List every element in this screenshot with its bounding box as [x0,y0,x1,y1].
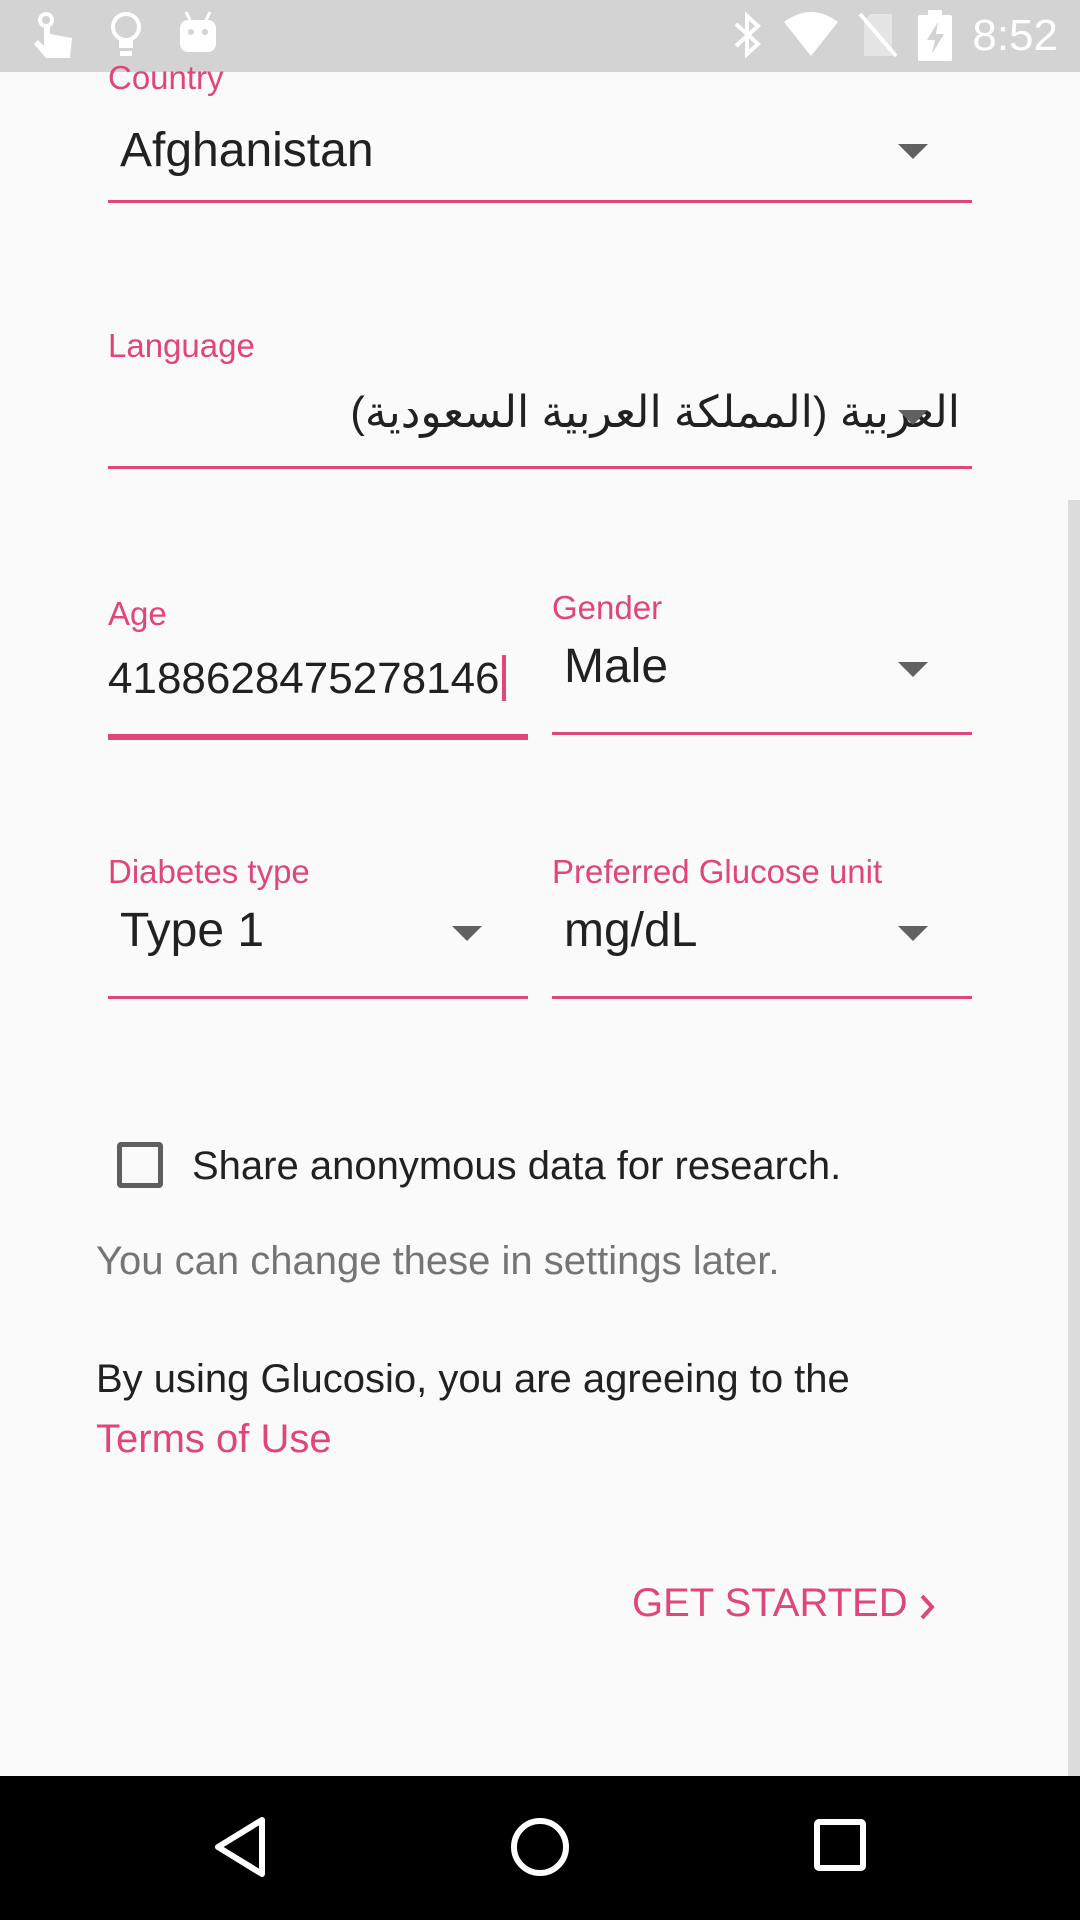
glucose-unit-label: Preferred Glucose unit [552,853,883,890]
gender-underline [552,732,972,735]
country-field[interactable]: Country Afghanistan [108,59,972,206]
settings-note: You can change these in settings later. [96,1239,780,1283]
share-data-checkbox[interactable] [117,1142,163,1188]
get-started-label: GET STARTED [632,1581,908,1625]
glucose-unit-underline [552,996,972,999]
diabetes-type-label: Diabetes type [108,853,310,890]
age-input[interactable]: 418862847527814​6 [108,650,506,708]
screen: 8:52 Country Afghanistan Language العربي… [0,0,1080,1920]
touch-hand-icon [30,10,78,65]
age-value: 418862847527814​6 [108,654,500,703]
country-label: Country [108,59,224,96]
diabetes-type-dropdown-arrow-icon [452,926,482,941]
battery-charging-icon [916,10,954,67]
diabetes-type-value: Type 1 [120,904,265,957]
language-label: Language [108,327,255,364]
scrollbar[interactable] [1068,500,1080,1776]
glucose-unit-dropdown-arrow-icon [898,926,928,941]
share-data-label[interactable]: Share anonymous data for research. [192,1141,841,1191]
language-field[interactable]: Language العربية (المملكة العربية السعود… [108,322,972,472]
setup-form: Country Afghanistan Language العربية (ال… [0,59,1080,1776]
bluetooth-icon [730,10,764,65]
gender-field[interactable]: Gender Male [552,588,972,744]
language-dropdown-arrow-icon [898,410,928,425]
terms-text: By using Glucosio, you are agreeing to t… [96,1357,850,1401]
text-cursor [501,655,506,701]
home-icon[interactable] [508,1812,572,1887]
age-label: Age [108,595,167,632]
wifi-icon [782,10,840,65]
glucose-unit-field[interactable]: Preferred Glucose unit mg/dL [552,852,972,1008]
recents-icon[interactable] [812,1812,868,1887]
country-underline [108,200,972,203]
age-field[interactable]: Age 418862847527814​6 [108,588,528,744]
gender-dropdown-arrow-icon [898,662,928,677]
chevron-right-icon [916,1590,940,1629]
country-value: Afghanistan [120,124,374,177]
language-value: العربية (المملكة العربية السعودية) [350,388,960,437]
status-time: 8:52 [972,11,1058,60]
glucose-unit-value: mg/dL [564,904,698,957]
gender-label: Gender [552,589,663,626]
diabetes-type-underline [108,996,528,999]
navigation-bar [0,1776,1080,1920]
language-underline [108,466,972,469]
country-dropdown-arrow-icon [898,144,928,159]
diabetes-type-field[interactable]: Diabetes type Type 1 [108,852,528,1008]
terms-of-use-link[interactable]: Terms of Use [96,1414,332,1464]
back-icon[interactable] [212,1812,268,1887]
no-sim-icon [858,10,898,65]
get-started-button[interactable]: GET STARTED [620,1568,950,1648]
android-icon [178,10,218,61]
gender-value: Male [564,640,669,693]
age-underline [108,734,528,740]
lightbulb-icon [108,10,144,65]
